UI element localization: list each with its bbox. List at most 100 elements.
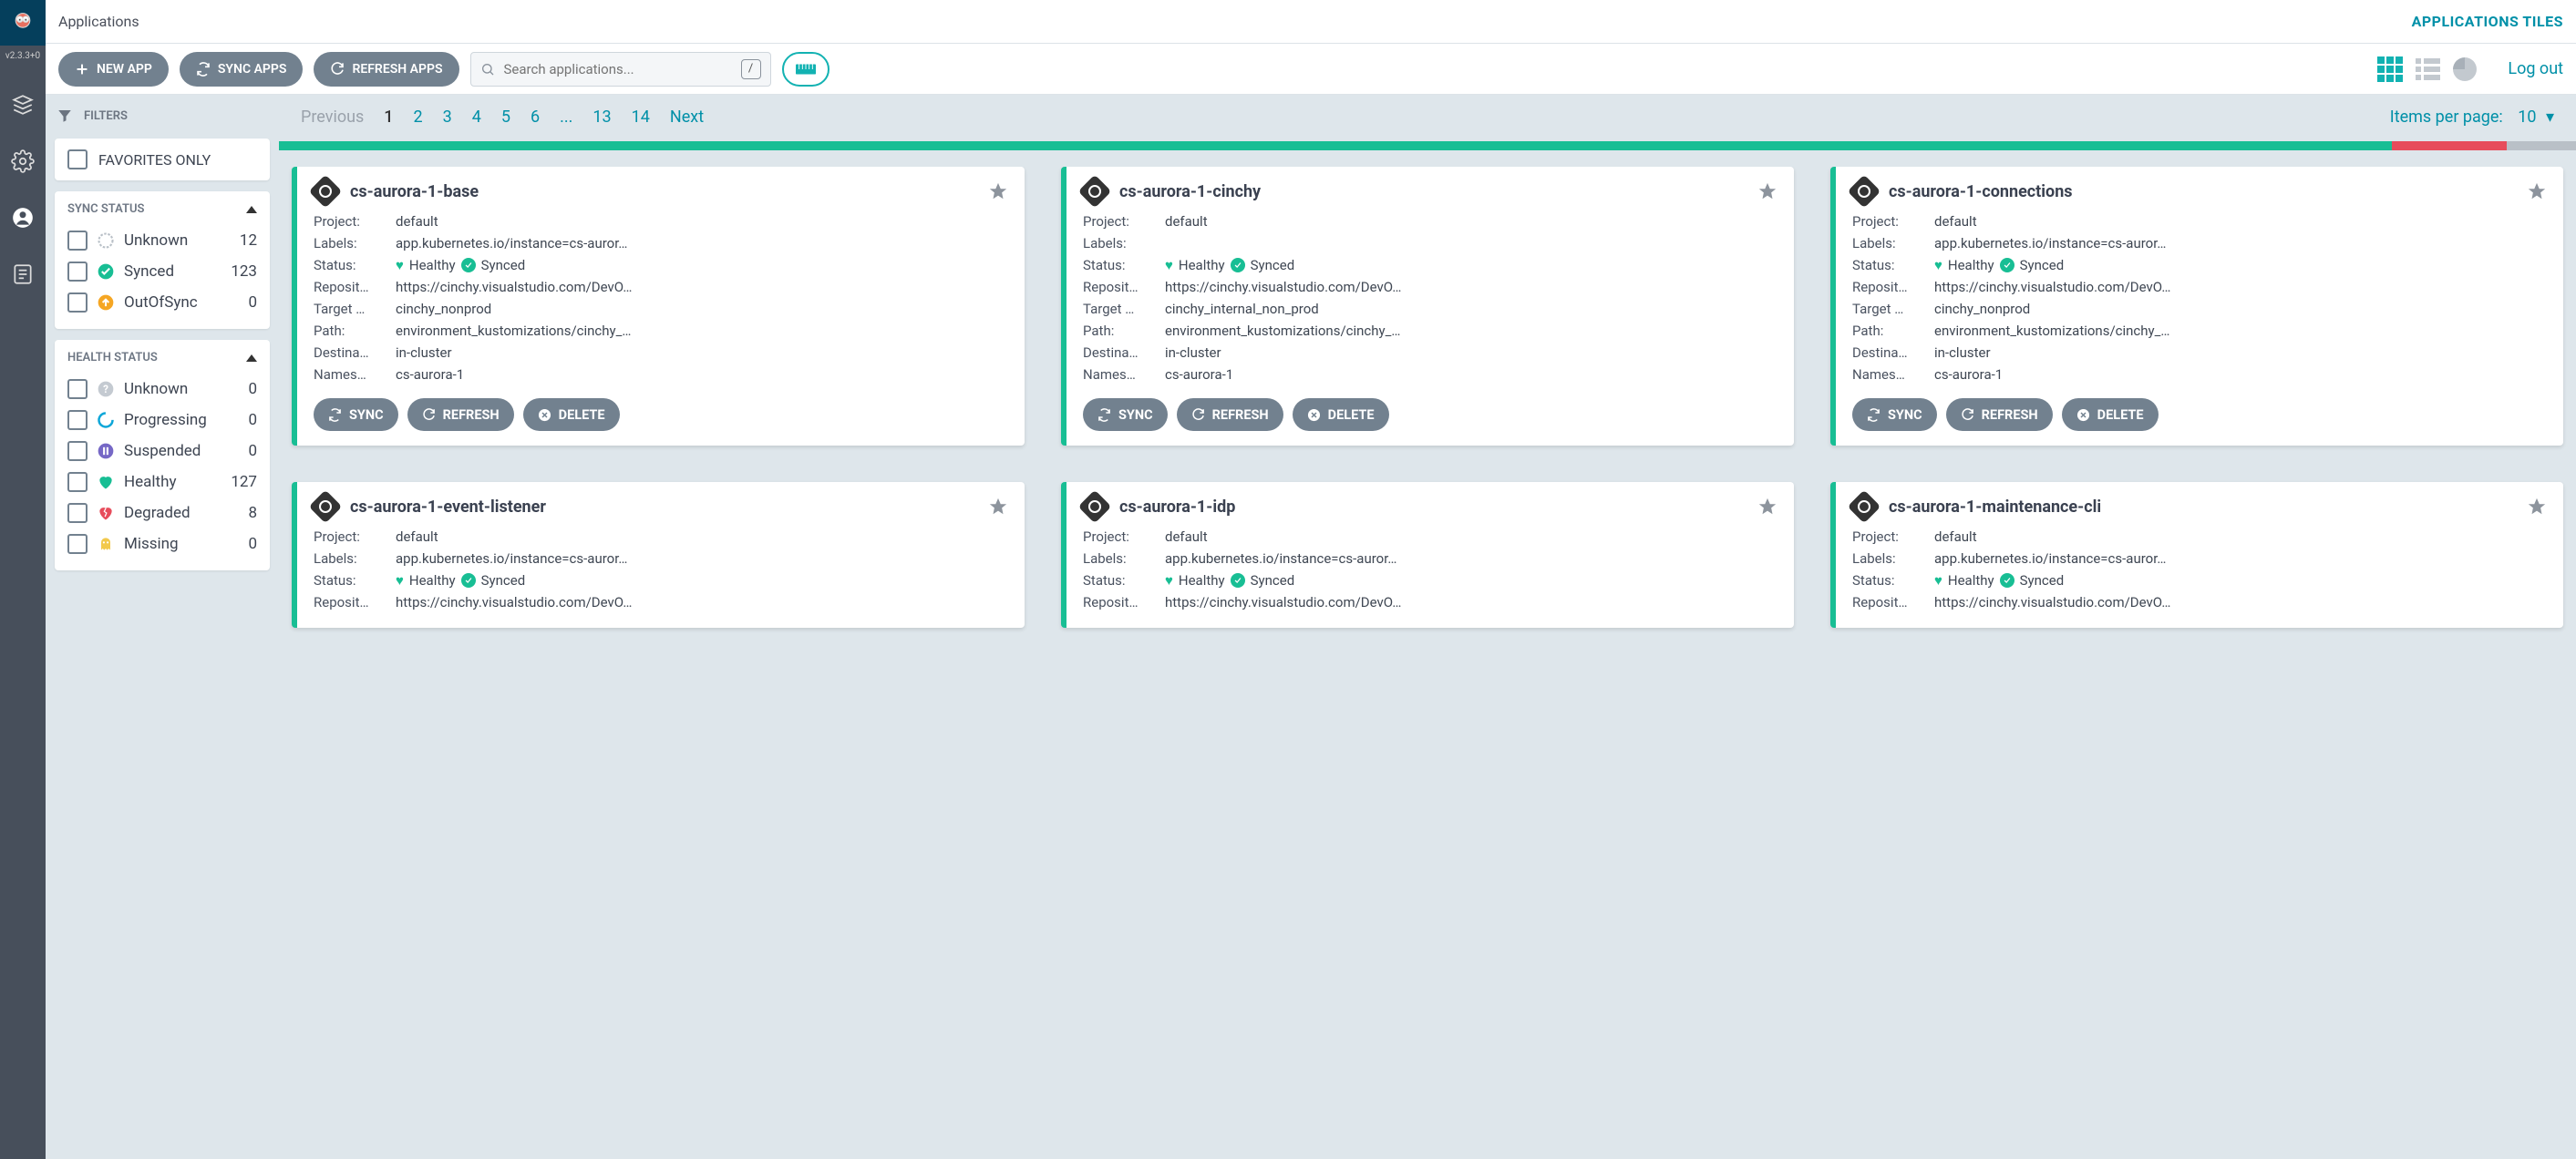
app-repo: https://cinchy.visualstudio.com/DevO…: [1934, 594, 2547, 610]
filter-row-healthy: Healthy 127: [67, 467, 257, 497]
refresh-apps-button[interactable]: REFRESH APPS: [314, 52, 459, 87]
nav-settings-icon[interactable]: [10, 149, 36, 174]
filters-panel: FILTERS FAVORITES ONLY SYNC STATUS Unkno…: [46, 95, 279, 1159]
app-name: cs-aurora-1-maintenance-cli: [1889, 497, 2101, 517]
view-summary-icon[interactable]: [2453, 57, 2477, 81]
filter-checkbox[interactable]: [67, 292, 88, 313]
pager-page-2[interactable]: 2: [414, 108, 423, 127]
tile-sync-button[interactable]: SYNC: [1083, 398, 1168, 431]
filter-checkbox[interactable]: [67, 472, 88, 492]
pager-page-13[interactable]: 13: [592, 108, 611, 127]
pager-page-...[interactable]: ...: [560, 108, 572, 127]
pager-page-6[interactable]: 6: [531, 108, 540, 127]
search-icon: [480, 62, 495, 77]
favorite-star-icon[interactable]: [988, 181, 1008, 201]
filter-label: OutOfSync: [124, 293, 198, 312]
tile-refresh-button[interactable]: REFRESH: [1177, 398, 1283, 431]
filter-row-synced: Synced 123: [67, 256, 257, 287]
pager-page-5[interactable]: 5: [501, 108, 510, 127]
progress-segment: [2392, 141, 2507, 150]
favorite-star-icon[interactable]: [2527, 181, 2547, 201]
view-list-icon[interactable]: [2416, 58, 2440, 80]
pager: Previous 1 2 3 4 5 6... 13 14 Next Items per pa…: [279, 95, 2576, 139]
app-project: default: [396, 528, 1008, 545]
new-app-button[interactable]: NEW APP: [58, 52, 169, 87]
app-status: ♥ Healthy Synced: [1165, 257, 1777, 273]
refresh-apps-label: REFRESH APPS: [352, 62, 442, 77]
filter-checkbox[interactable]: [67, 262, 88, 282]
tile-refresh-button[interactable]: REFRESH: [1946, 398, 2053, 431]
nav-docs-icon[interactable]: [10, 262, 36, 287]
pager-page-1[interactable]: 1: [384, 108, 393, 127]
app-dest: in-cluster: [1165, 344, 1777, 361]
logout-link[interactable]: Log out: [2508, 59, 2563, 78]
filter-checkbox[interactable]: [67, 503, 88, 523]
app-labels: app.kubernetes.io/instance=cs-auror…: [396, 235, 1008, 251]
view-tiles-icon[interactable]: [2377, 56, 2403, 82]
tile-sync-button[interactable]: SYNC: [314, 398, 398, 431]
pager-page-14[interactable]: 14: [632, 108, 650, 127]
filter-label: Suspended: [124, 442, 201, 460]
filter-checkbox[interactable]: [67, 410, 88, 430]
nav-user-icon[interactable]: [10, 205, 36, 231]
tile-refresh-button[interactable]: REFRESH: [407, 398, 514, 431]
favorite-star-icon[interactable]: [2527, 497, 2547, 517]
app-name: cs-aurora-1-connections: [1889, 182, 2073, 201]
filter-checkbox[interactable]: [67, 534, 88, 554]
spinner-icon: [97, 411, 115, 429]
app-name: cs-aurora-1-idp: [1119, 497, 1235, 517]
app-tile[interactable]: cs-aurora-1-base Project:default Labels:…: [292, 167, 1025, 446]
favorite-star-icon[interactable]: [1757, 497, 1777, 517]
favorite-star-icon[interactable]: [1757, 181, 1777, 201]
tile-delete-button[interactable]: DELETE: [2062, 398, 2159, 431]
filter-checkbox[interactable]: [67, 379, 88, 399]
collapse-icon[interactable]: [246, 354, 257, 362]
sync-apps-button[interactable]: SYNC APPS: [180, 52, 304, 87]
view-toggle: [2377, 56, 2477, 82]
app-dest: in-cluster: [1934, 344, 2547, 361]
favorites-checkbox[interactable]: [67, 149, 88, 169]
app-tile[interactable]: cs-aurora-1-connections Project:default …: [1830, 167, 2563, 446]
app-path: environment_kustomizations/cinchy_…: [1165, 323, 1777, 339]
arrow-up-circle-icon: [97, 293, 115, 312]
filter-label: Unknown: [124, 231, 188, 250]
pager-previous[interactable]: Previous: [301, 108, 364, 127]
synced-icon: [2000, 573, 2014, 588]
nav-apps-icon[interactable]: [10, 92, 36, 118]
app-repo: https://cinchy.visualstudio.com/DevO…: [1934, 279, 2547, 295]
pager-page-4[interactable]: 4: [472, 108, 481, 127]
app-path: environment_kustomizations/cinchy_…: [396, 323, 1008, 339]
filter-checkbox[interactable]: [67, 441, 88, 461]
app-name: cs-aurora-1-cinchy: [1119, 182, 1261, 201]
app-namespace: cs-aurora-1: [1165, 366, 1777, 383]
heart-icon: ♥: [396, 257, 404, 273]
pager-next[interactable]: Next: [670, 108, 704, 127]
filter-count: 0: [248, 442, 257, 460]
health-status-card: HEALTH STATUS ? Unknown 0 Progressing 0 …: [55, 340, 270, 570]
heart-icon: [97, 473, 115, 491]
app-tile[interactable]: cs-aurora-1-idp Project:default Labels:a…: [1061, 482, 1794, 628]
filter-label: Degraded: [124, 504, 191, 522]
items-per-page[interactable]: Items per page: 10 ▾: [2390, 108, 2554, 127]
filter-count: 0: [248, 380, 257, 398]
tile-delete-button[interactable]: DELETE: [1293, 398, 1389, 431]
collapse-icon[interactable]: [246, 206, 257, 213]
ruler-button[interactable]: [782, 52, 829, 87]
app-tile[interactable]: cs-aurora-1-cinchy Project:default Label…: [1061, 167, 1794, 446]
tile-sync-button[interactable]: SYNC: [1852, 398, 1937, 431]
applications-tiles-link[interactable]: APPLICATIONS TILES: [2412, 13, 2563, 30]
tile-delete-button[interactable]: DELETE: [523, 398, 620, 431]
git-icon: [309, 490, 343, 524]
app-tile[interactable]: cs-aurora-1-event-listener Project:defau…: [292, 482, 1025, 628]
pause-circle-icon: [97, 442, 115, 460]
filter-count: 8: [248, 504, 257, 522]
favorite-star-icon[interactable]: [988, 497, 1008, 517]
filter-checkbox[interactable]: [67, 231, 88, 251]
favorites-label: FAVORITES ONLY: [98, 151, 211, 169]
app-labels: app.kubernetes.io/instance=cs-auror…: [396, 550, 1008, 567]
app-tile[interactable]: cs-aurora-1-maintenance-cli Project:defa…: [1830, 482, 2563, 628]
pager-page-3[interactable]: 3: [443, 108, 452, 127]
filter-count: 0: [248, 411, 257, 429]
search-shortcut-badge: /: [741, 59, 761, 79]
search-input[interactable]: [504, 61, 741, 77]
